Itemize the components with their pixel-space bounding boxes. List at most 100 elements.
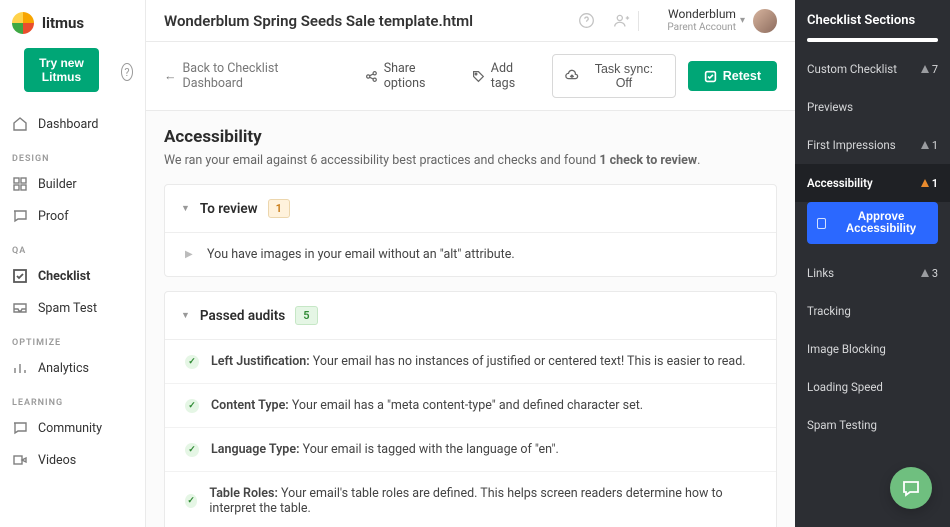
warning-triangle-icon xyxy=(921,141,929,149)
help-circle-icon[interactable] xyxy=(578,12,595,29)
add-tags-link[interactable]: Add tags xyxy=(472,61,540,91)
checklist-panel-title: Checklist Sections xyxy=(795,0,950,38)
warning-triangle-icon xyxy=(921,269,929,277)
chevron-down-icon: ▼ xyxy=(181,310,190,321)
passed-count: 5 xyxy=(295,306,317,325)
header: Wonderblum Spring Seeds Sale template.ht… xyxy=(146,0,795,42)
row-text: Language Type: Your email is tagged with… xyxy=(211,442,559,457)
back-link[interactable]: ← Back to Checklist Dashboard xyxy=(164,61,341,91)
retest-label: Retest xyxy=(723,69,761,83)
passed-row[interactable]: ✓ Left Justification: Your email has no i… xyxy=(165,340,776,384)
checkbox-icon xyxy=(817,218,826,229)
share-options-link[interactable]: Share options xyxy=(365,61,460,91)
section-spam-testing[interactable]: Spam Testing xyxy=(795,406,950,444)
tags-label: Add tags xyxy=(491,61,540,91)
nav-proof[interactable]: Proof xyxy=(0,200,145,232)
task-sync-label: Task sync: Off xyxy=(585,62,663,90)
row-text: Content Type: Your email has a "meta con… xyxy=(211,398,643,413)
bar-chart-icon xyxy=(12,360,28,376)
check-circle-icon: ✓ xyxy=(185,399,199,413)
share-label: Share options xyxy=(384,61,460,91)
home-icon xyxy=(12,116,28,132)
passed-row[interactable]: ✓ Table Roles: Your email's table roles a… xyxy=(165,472,776,527)
warning-triangle-icon xyxy=(921,179,929,187)
passed-row[interactable]: ✓ Language Type: Your email is tagged wit… xyxy=(165,428,776,472)
share-icon xyxy=(365,70,378,83)
section-qa: QA xyxy=(0,232,145,260)
nav-builder[interactable]: Builder xyxy=(0,168,145,200)
support-chat-button[interactable] xyxy=(890,467,932,509)
help-icon[interactable]: ? xyxy=(121,63,133,81)
retest-button[interactable]: Retest xyxy=(688,61,777,91)
progress-bar xyxy=(807,38,938,42)
chat-bubble-icon xyxy=(901,478,921,498)
to-review-count: 1 xyxy=(268,199,290,218)
section-image-blocking[interactable]: Image Blocking xyxy=(795,330,950,368)
upload-cloud-icon xyxy=(565,69,579,83)
nav-label: Proof xyxy=(38,209,69,224)
inbox-icon xyxy=(12,300,28,316)
nav-label: Analytics xyxy=(38,361,89,376)
check-square-icon xyxy=(704,70,717,83)
passed-audits-card: ▼ Passed audits 5 ✓ Left Justification: Y… xyxy=(164,291,777,527)
to-review-header[interactable]: ▼ To review 1 xyxy=(165,185,776,233)
warning-triangle-icon xyxy=(921,65,929,73)
to-review-title: To review xyxy=(200,201,258,217)
nav-label: Spam Test xyxy=(38,301,97,316)
arrow-left-icon: ← xyxy=(164,69,177,84)
to-review-card: ▼ To review 1 ▶ You have images in your … xyxy=(164,184,777,277)
grid-icon xyxy=(12,176,28,192)
account-sub: Parent Account xyxy=(667,22,736,34)
litmus-logo-icon xyxy=(12,12,34,34)
section-loading-speed[interactable]: Loading Speed xyxy=(795,368,950,406)
tag-icon xyxy=(472,70,485,83)
section-links[interactable]: Links 3 xyxy=(795,254,950,292)
nav-label: Dashboard xyxy=(38,117,98,132)
approve-accessibility-button[interactable]: Approve Accessibility xyxy=(807,202,938,244)
try-new-litmus-button[interactable]: Try new Litmus xyxy=(24,48,99,92)
section-learning: LEARNING xyxy=(0,384,145,412)
passed-header[interactable]: ▼ Passed audits 5 xyxy=(165,292,776,340)
section-optimize: OPTIMIZE xyxy=(0,324,145,352)
check-circle-icon: ✓ xyxy=(185,443,199,457)
chevron-down-icon: ▾ xyxy=(740,15,745,26)
chat-icon xyxy=(12,208,28,224)
account-name: Wonderblum xyxy=(667,7,736,21)
video-icon xyxy=(12,452,28,468)
nav-checklist[interactable]: Checklist xyxy=(0,260,145,292)
passed-row[interactable]: ✓ Content Type: Your email has a "meta co… xyxy=(165,384,776,428)
row-text: Table Roles: Your email's table roles ar… xyxy=(209,486,756,516)
section-tracking[interactable]: Tracking xyxy=(795,292,950,330)
check-circle-icon: ✓ xyxy=(185,494,197,508)
section-custom-checklist[interactable]: Custom Checklist 7 xyxy=(795,50,950,88)
row-text: You have images in your email without an… xyxy=(207,247,515,262)
add-user-icon[interactable] xyxy=(613,12,630,29)
to-review-row[interactable]: ▶ You have images in your email without … xyxy=(165,233,776,276)
row-text: Left Justification: Your email has no in… xyxy=(211,354,746,369)
nav-community[interactable]: Community xyxy=(0,412,145,444)
check-circle-icon: ✓ xyxy=(185,355,199,369)
task-sync-button[interactable]: Task sync: Off xyxy=(552,54,676,98)
nav-spam-test[interactable]: Spam Test xyxy=(0,292,145,324)
divider xyxy=(638,11,639,31)
chevron-right-icon: ▶ xyxy=(185,249,195,260)
brand-row: litmus xyxy=(0,12,145,48)
section-intro: We ran your email against 6 accessibilit… xyxy=(164,153,777,168)
nav-label: Videos xyxy=(38,453,76,468)
account-switcher[interactable]: Wonderblum Parent Account xyxy=(667,7,736,33)
section-first-impressions[interactable]: First Impressions 1 xyxy=(795,126,950,164)
section-accessibility[interactable]: Accessibility 1 xyxy=(795,164,950,202)
content: Accessibility We ran your email against … xyxy=(146,111,795,527)
check-square-icon xyxy=(12,268,28,284)
nav-analytics[interactable]: Analytics xyxy=(0,352,145,384)
nav-videos[interactable]: Videos xyxy=(0,444,145,476)
toolbar: ← Back to Checklist Dashboard Share opti… xyxy=(146,42,795,111)
passed-title: Passed audits xyxy=(200,308,285,324)
section-previews[interactable]: Previews xyxy=(795,88,950,126)
checklist-panel: Checklist Sections Custom Checklist 7 Pr… xyxy=(795,0,950,527)
section-heading: Accessibility xyxy=(164,127,777,147)
page-title: Wonderblum Spring Seeds Sale template.ht… xyxy=(164,12,578,30)
avatar[interactable] xyxy=(753,9,777,33)
nav-dashboard[interactable]: Dashboard xyxy=(0,108,145,140)
chat-icon xyxy=(12,420,28,436)
